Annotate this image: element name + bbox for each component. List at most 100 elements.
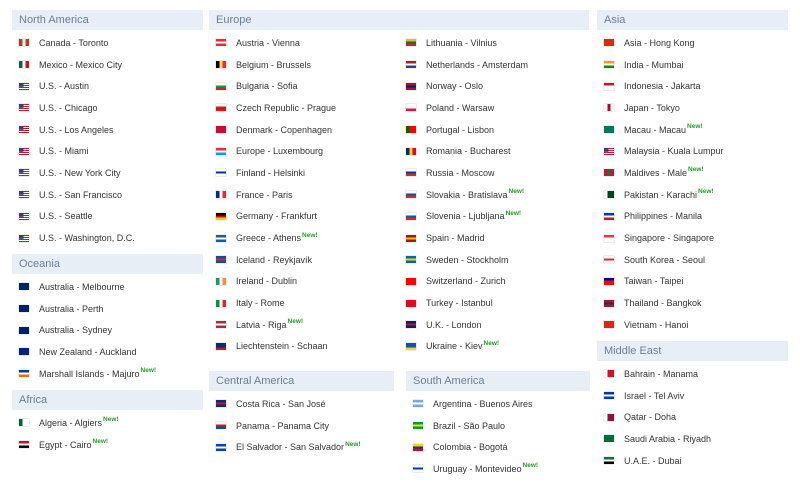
- server-location-item[interactable]: Japan - Tokyo: [597, 97, 788, 119]
- server-location-item[interactable]: Australia - Melbourne: [12, 276, 203, 298]
- server-location-item[interactable]: Ireland - Dublin: [209, 271, 399, 293]
- server-location-item[interactable]: Slovenia - Ljubljana New!: [399, 206, 589, 228]
- server-location-item[interactable]: U.S. - Miami: [12, 140, 203, 162]
- server-location-item[interactable]: Turkey - Istanbul: [399, 292, 589, 314]
- server-location-item[interactable]: Liechtenstein - Schaan: [209, 336, 399, 358]
- server-location-item[interactable]: Greece - Athens New!: [209, 227, 399, 249]
- server-location-item[interactable]: Lithuania - Vilnius: [399, 32, 589, 54]
- server-location-item[interactable]: Costa Rica - San José: [209, 393, 394, 415]
- server-location-item[interactable]: Europe - Luxembourg: [209, 140, 399, 162]
- server-location-item[interactable]: India - Mumbai: [597, 54, 788, 76]
- server-location-item[interactable]: Uruguay - Montevideo New!: [406, 458, 590, 480]
- server-location-item[interactable]: Egypt - Cairo New!: [12, 434, 203, 456]
- server-location-item[interactable]: U.S. - Seattle: [12, 206, 203, 228]
- server-location-item[interactable]: Bulgaria - Sofia: [209, 75, 399, 97]
- new-badge: New!: [302, 231, 318, 239]
- server-location-item[interactable]: Austria - Vienna: [209, 32, 399, 54]
- server-location-item[interactable]: Vietnam - Hanoi: [597, 314, 788, 336]
- server-location-item[interactable]: Spain - Madrid: [399, 227, 589, 249]
- server-location-item[interactable]: France - Paris: [209, 184, 399, 206]
- server-location-item[interactable]: Thailand - Bangkok: [597, 292, 788, 314]
- server-location-item[interactable]: Romania - Bucharest: [399, 140, 589, 162]
- server-location-item[interactable]: Sweden - Stockholm: [399, 249, 589, 271]
- server-location-item[interactable]: Taiwan - Taipei: [597, 271, 788, 293]
- server-location-item[interactable]: Finland - Helsinki: [209, 162, 399, 184]
- server-location-item[interactable]: Australia - Sydney: [12, 319, 203, 341]
- server-location-item[interactable]: U.S. - San Francisco: [12, 184, 203, 206]
- server-location-item[interactable]: El Salvador - San Salvador New!: [209, 436, 394, 458]
- server-location-item[interactable]: Saudi Arabia - Riyadh: [597, 428, 788, 450]
- location-label: Australia - Melbourne: [39, 281, 125, 292]
- server-location-item[interactable]: Poland - Warsaw: [399, 97, 589, 119]
- server-location-item[interactable]: Germany - Frankfurt: [209, 206, 399, 228]
- ireland-flag-icon: [216, 277, 226, 285]
- server-location-item[interactable]: Ukraine - Kiev New!: [399, 336, 589, 358]
- server-location-item[interactable]: Israel - Tel Aviv: [597, 385, 788, 407]
- new-badge: New!: [522, 462, 539, 470]
- server-location-item[interactable]: Colombia - Bogotá: [406, 436, 590, 458]
- server-location-item[interactable]: Slovakia - Bratislava New!: [399, 184, 589, 206]
- server-location-item[interactable]: Czech Republic - Prague: [209, 97, 399, 119]
- server-location-item[interactable]: U.S. - Austin: [12, 75, 203, 97]
- server-location-item[interactable]: U.S. - Washington, D.C.: [12, 227, 203, 249]
- brazil-flag-icon: [413, 422, 423, 430]
- server-location-item[interactable]: New Zealand - Auckland: [12, 341, 203, 363]
- usa-flag-icon: [19, 212, 29, 220]
- server-location-item[interactable]: Brazil - São Paulo: [406, 415, 590, 437]
- server-location-item[interactable]: U.S. - Los Angeles: [12, 119, 203, 141]
- server-location-item[interactable]: Canada - Toronto: [12, 32, 203, 54]
- server-location-item[interactable]: Philippines - Manila: [597, 206, 788, 228]
- server-location-item[interactable]: Italy - Rome: [209, 292, 399, 314]
- server-location-item[interactable]: Pakistan - Karachi New!: [597, 184, 788, 206]
- server-location-item[interactable]: U.S. - Chicago: [12, 97, 203, 119]
- server-location-item[interactable]: Macau - Macau New!: [597, 119, 788, 141]
- location-label: Egypt - Cairo: [39, 439, 92, 450]
- new-zealand-flag-icon: [19, 348, 29, 356]
- new-badge: New!: [687, 123, 703, 131]
- server-location-item[interactable]: U.K. - London: [399, 314, 589, 336]
- server-location-item[interactable]: Algeria - Algiers New!: [12, 412, 203, 434]
- location-label: Liechtenstein - Schaan: [236, 341, 328, 352]
- netherlands-flag-icon: [406, 61, 416, 69]
- india-flag-icon: [604, 61, 614, 69]
- el-salvador-flag-icon: [216, 443, 226, 451]
- liechtenstein-flag-icon: [216, 342, 226, 350]
- server-location-item[interactable]: South Korea - Seoul: [597, 249, 788, 271]
- location-label: Europe - Luxembourg: [236, 146, 324, 157]
- server-location-item[interactable]: Argentina - Buenos Aires: [406, 393, 590, 415]
- location-label: Ireland - Dublin: [236, 276, 298, 287]
- server-location-item[interactable]: U.A.E. - Dubai: [597, 450, 788, 472]
- server-location-item[interactable]: Portugal - Lisbon: [399, 119, 589, 141]
- server-location-item[interactable]: Netherlands - Amsterdam: [399, 54, 589, 76]
- server-location-item[interactable]: Iceland - Reykjavík: [209, 249, 399, 271]
- location-label: Maldives - Male: [624, 167, 688, 178]
- server-location-item[interactable]: Switzerland - Zurich: [399, 271, 589, 293]
- server-location-item[interactable]: Qatar - Doha: [597, 406, 788, 428]
- server-location-item[interactable]: Malaysia - Kuala Lumpur: [597, 140, 788, 162]
- region-south-america: South America Argentina - Buenos Aires Br…: [406, 371, 590, 480]
- usa-flag-icon: [19, 104, 29, 112]
- egypt-flag-icon: [19, 441, 29, 449]
- server-location-item[interactable]: Norway - Oslo: [399, 75, 589, 97]
- slovenia-flag-icon: [406, 212, 416, 220]
- server-location-item[interactable]: Asia - Hong Kong: [597, 32, 788, 54]
- server-location-item[interactable]: Mexico - Mexico City: [12, 54, 203, 76]
- new-badge: New!: [508, 188, 525, 196]
- server-location-item[interactable]: Singapore - Singapore: [597, 227, 788, 249]
- server-location-item[interactable]: Maldives - Male New!: [597, 162, 788, 184]
- server-location-item[interactable]: Panama - Panama City: [209, 415, 394, 437]
- server-location-item[interactable]: U.S. - New York City: [12, 162, 203, 184]
- server-location-item[interactable]: Indonesia - Jakarta: [597, 75, 788, 97]
- server-location-item[interactable]: Bahrain - Manama: [597, 363, 788, 385]
- server-location-item[interactable]: Russia - Moscow: [399, 162, 589, 184]
- server-location-item[interactable]: Australia - Perth: [12, 298, 203, 320]
- location-label: U.S. - Chicago: [39, 102, 98, 113]
- region-north-america: North America Canada - Toronto Mexico - M…: [12, 10, 203, 249]
- marshall-islands-flag-icon: [19, 370, 29, 378]
- luxembourg-flag-icon: [216, 147, 226, 155]
- server-location-item[interactable]: Denmark - Copenhagen: [209, 119, 399, 141]
- server-location-item[interactable]: Marshall Islands - Majuro New!: [12, 363, 203, 385]
- server-location-item[interactable]: Latvia - Riga New!: [209, 314, 399, 336]
- thailand-flag-icon: [604, 299, 614, 307]
- server-location-item[interactable]: Belgium - Brussels: [209, 54, 399, 76]
